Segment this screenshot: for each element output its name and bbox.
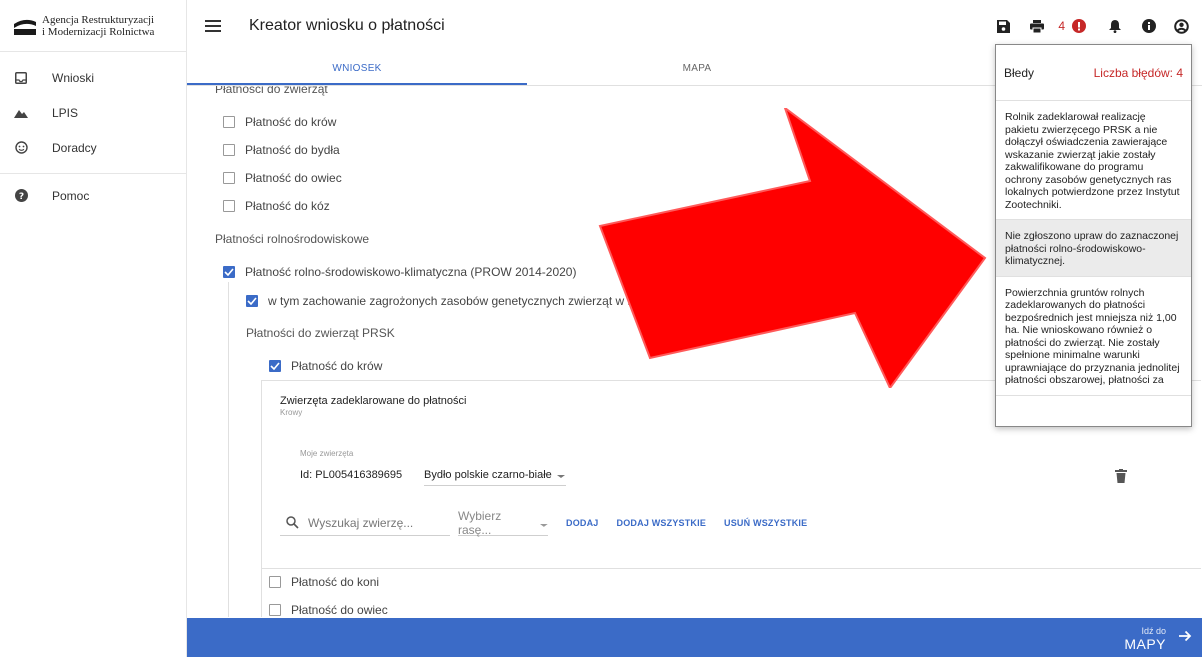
animal-search-input[interactable]: Wyszukaj zwierzę... <box>280 510 450 536</box>
save-icon[interactable] <box>992 15 1014 37</box>
tab-mapa[interactable]: MAPA <box>527 52 867 85</box>
bottom-bar: Idź do MAPY <box>187 618 1202 657</box>
section-agri-env-payments: Płatności rolnośrodowiskowe <box>215 232 370 246</box>
errors-panel-header: Błedy Liczba błędów: 4 <box>996 45 1191 101</box>
error-count: 4 <box>1058 19 1065 33</box>
checkbox-prow[interactable]: Płatność rolno-środowiskowo-klimatyczna … <box>223 265 576 279</box>
goto-map-button[interactable]: Idź do MAPY <box>1124 626 1166 652</box>
sidebar-item-label: Doradcy <box>52 140 97 155</box>
help-icon: ? <box>14 189 28 203</box>
arimr-logo-icon <box>14 16 36 35</box>
checkbox-label: Płatność do owiec <box>291 603 388 617</box>
declared-animals-title: Zwierzęta zadeklarowane do płatności <box>280 395 467 407</box>
checkbox-label: Płatność do krów <box>245 115 337 129</box>
checkbox-label: Płatność do bydła <box>245 143 340 157</box>
checkbox-label: Płatność do owiec <box>245 171 342 185</box>
sidebar-item-label: LPIS <box>52 105 79 120</box>
checkbox-prsk-cows[interactable]: Płatność do krów <box>269 359 382 373</box>
checkbox-sheep[interactable]: Płatność do owiec <box>223 171 342 185</box>
logo-line-2: i Modernizacji Rolnictwa <box>42 25 155 38</box>
section-animal-payments: Płatności do zwierząt <box>215 86 328 96</box>
checkbox-box-checked[interactable] <box>223 266 235 278</box>
tree-line <box>261 569 262 617</box>
breed-select[interactable]: Wybierz rasę... <box>458 508 548 537</box>
check-icon <box>247 297 257 305</box>
mountains-icon <box>14 106 28 120</box>
search-icon <box>286 516 299 529</box>
sidebar-item-pomoc[interactable]: ? Pomoc <box>0 178 186 213</box>
chevron-down-icon <box>540 523 548 527</box>
errors-panel-count: Liczba błędów: 4 <box>1093 65 1183 80</box>
checkbox-box[interactable] <box>223 144 235 156</box>
my-animals-label: Moje zwierzęta <box>300 449 354 458</box>
checkbox-box[interactable] <box>223 200 235 212</box>
add-button[interactable]: DODAJ <box>566 518 599 528</box>
error-alert-icon[interactable] <box>1068 15 1090 37</box>
sidebar-divider <box>0 173 186 174</box>
goto-big-label: MAPY <box>1124 636 1166 652</box>
bell-icon[interactable] <box>1104 15 1126 37</box>
checkbox-label: Płatność rolno-środowiskowo-klimatyczna … <box>245 265 577 279</box>
tab-wniosek[interactable]: WNIOSEK <box>187 52 527 85</box>
checkbox-box[interactable] <box>223 116 235 128</box>
sidebar-item-doradcy[interactable]: Doradcy <box>0 130 186 165</box>
svg-text:?: ? <box>18 192 23 202</box>
checkbox-box-checked[interactable] <box>269 360 281 372</box>
checkbox-label: w tym zachowanie zagrożonych zasobów gen… <box>268 294 678 308</box>
error-item[interactable]: Rolnik zadeklarował realizację pakietu z… <box>996 101 1191 220</box>
sidebar: Agencja Restrukturyzacji i Modernizacji … <box>0 0 187 657</box>
errors-panel: Błedy Liczba błędów: 4 Rolnik zadeklarow… <box>995 44 1192 427</box>
checkbox-cows[interactable]: Płatność do krów <box>223 115 336 129</box>
checkbox-cattle[interactable]: Płatność do bydła <box>223 143 340 157</box>
sidebar-nav: Wnioski LPIS Doradcy ? Pomoc <box>0 52 186 213</box>
animal-breed-select[interactable]: Bydło polskie czarno-białe <box>424 464 566 486</box>
animal-search-row: Wyszukaj zwierzę... Wybierz rasę... DODA… <box>280 509 807 537</box>
arrow-right-icon[interactable] <box>1178 629 1192 643</box>
animal-id: Id: PL005416389695 <box>300 469 403 481</box>
trash-icon[interactable] <box>1115 469 1127 483</box>
page-title: Kreator wniosku o płatności <box>249 17 445 34</box>
search-placeholder: Wyszukaj zwierzę... <box>308 515 414 530</box>
sidebar-item-label: Pomoc <box>52 188 90 203</box>
error-item[interactable]: Powierzchnia gruntów rolnych zadeklarowa… <box>996 277 1191 396</box>
check-icon <box>224 268 234 276</box>
checkbox-box[interactable] <box>223 172 235 184</box>
section-prsk-animal-payments: Płatności do zwierząt PRSK <box>246 326 395 340</box>
checkbox-label: Płatność do kóz <box>245 199 330 213</box>
goto-small-label: Idź do <box>1141 626 1166 636</box>
sidebar-item-wnioski[interactable]: Wnioski <box>0 60 186 95</box>
account-icon[interactable] <box>1170 15 1192 37</box>
checkbox-prsk-sheep[interactable]: Płatność do owiec <box>269 603 388 617</box>
check-icon <box>270 362 280 370</box>
checkbox-label: Płatność do koni <box>291 575 380 589</box>
menu-icon[interactable] <box>205 20 221 32</box>
checkbox-box[interactable] <box>269 576 281 588</box>
errors-panel-title: Błedy <box>1004 65 1035 80</box>
animal-breed-value: Bydło polskie czarno-białe <box>424 469 552 481</box>
logo-line-1: Agencja Restrukturyzacji <box>42 13 155 26</box>
tree-line <box>228 282 229 617</box>
checkbox-box[interactable] <box>269 604 281 616</box>
checkbox-goats[interactable]: Płatność do kóz <box>223 199 330 213</box>
chevron-down-icon <box>556 475 565 478</box>
checkbox-box-checked[interactable] <box>246 295 258 307</box>
face-icon <box>14 141 28 155</box>
remove-all-button[interactable]: USUŃ WSZYSTKIE <box>724 518 807 528</box>
checkbox-genetic-resources[interactable]: w tym zachowanie zagrożonych zasobów gen… <box>246 294 678 308</box>
error-item-hovered[interactable]: Nie zgłoszono upraw do zaznaczonej płatn… <box>996 220 1191 277</box>
add-all-button[interactable]: DODAJ WSZYSTKIE <box>617 518 707 528</box>
checkbox-label: Płatność do krów <box>291 359 383 373</box>
arimr-logo[interactable]: Agencja Restrukturyzacji i Modernizacji … <box>0 0 186 52</box>
declared-animals-subtitle: Krowy <box>280 408 303 417</box>
info-icon[interactable] <box>1138 15 1160 37</box>
checkbox-prsk-horses[interactable]: Płatność do koni <box>269 575 379 589</box>
sidebar-item-lpis[interactable]: LPIS <box>0 95 186 130</box>
sidebar-item-label: Wnioski <box>52 70 95 85</box>
inbox-icon <box>14 71 28 85</box>
breed-placeholder: Wybierz rasę... <box>458 508 502 537</box>
print-icon[interactable] <box>1026 15 1048 37</box>
